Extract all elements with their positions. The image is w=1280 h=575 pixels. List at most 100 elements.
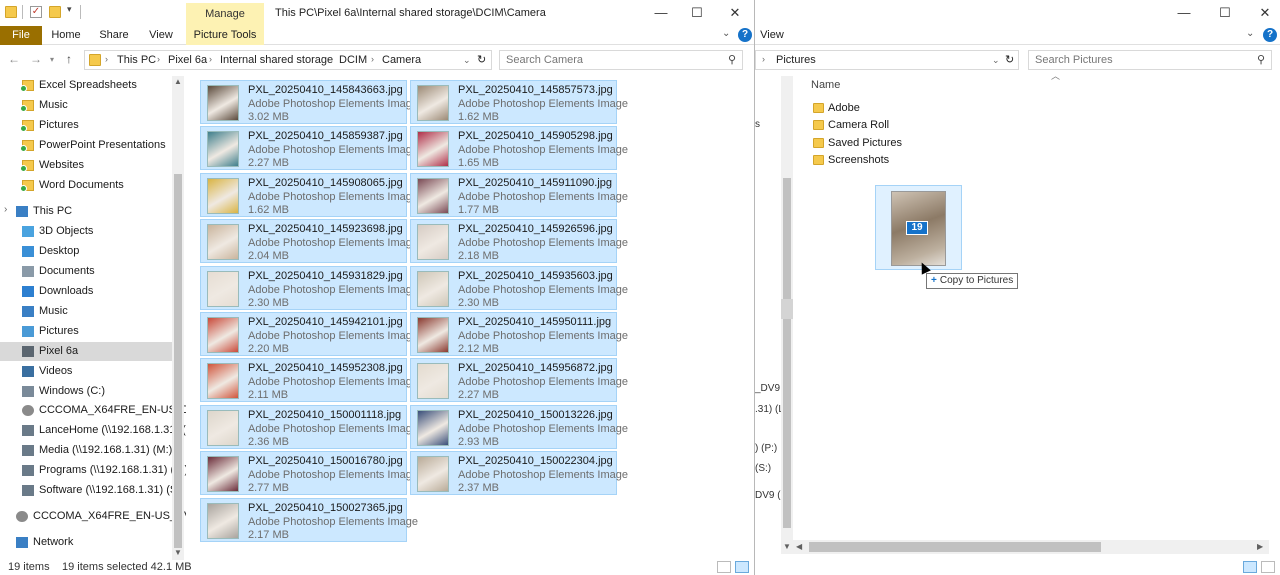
nav-item[interactable]: PowerPoint Presentations bbox=[0, 136, 172, 155]
nav-item-fragment[interactable]: _DV9 bbox=[755, 383, 780, 394]
nav-item-fragment[interactable]: s bbox=[755, 119, 760, 130]
tab-picture-tools[interactable]: Picture Tools bbox=[186, 26, 264, 45]
nav-scrollbar[interactable]: ▲ ▼ bbox=[172, 76, 184, 560]
forward-arrow-icon[interactable]: → bbox=[30, 52, 42, 66]
minimize-button[interactable]: — bbox=[1169, 4, 1199, 22]
tab-file[interactable]: File bbox=[0, 26, 42, 45]
search-pictures-input[interactable] bbox=[1029, 51, 1271, 69]
folder-item[interactable]: Camera Roll bbox=[811, 117, 951, 134]
search-icon[interactable]: ⚲ bbox=[728, 53, 736, 66]
manage-tab[interactable]: Manage bbox=[186, 3, 264, 26]
file-tile[interactable]: PXL_20250410_150027365.jpg Adobe Photosho… bbox=[200, 497, 418, 542]
nav-item[interactable]: Word Documents bbox=[0, 176, 172, 195]
help-icon[interactable]: ? bbox=[738, 28, 752, 42]
file-tile[interactable]: PXL_20250410_145935603.jpg Adobe Photosho… bbox=[410, 265, 628, 310]
nav-item[interactable]: Software (\\192.168.1.31) (S:) bbox=[0, 481, 184, 500]
file-tile[interactable]: PXL_20250410_145926596.jpg Adobe Photosho… bbox=[410, 219, 628, 264]
folder-icon[interactable] bbox=[5, 6, 17, 18]
breadcrumb-dcim[interactable]: DCIM bbox=[339, 54, 367, 66]
nav-item-fragment[interactable]: (S:) bbox=[755, 463, 771, 474]
tab-home[interactable]: Home bbox=[50, 26, 82, 45]
search-icon[interactable]: ⚲ bbox=[1257, 53, 1265, 66]
tab-share[interactable]: Share bbox=[98, 26, 130, 45]
file-tile[interactable]: PXL_20250410_145942101.jpg Adobe Photosho… bbox=[200, 312, 418, 356]
breadcrumb-camera[interactable]: Camera bbox=[382, 54, 421, 66]
file-tile[interactable]: PXL_20250410_145952308.jpg Adobe Photosho… bbox=[200, 358, 418, 403]
tiles-view-button[interactable] bbox=[735, 561, 749, 573]
address-dropdown-icon[interactable]: ⌄ bbox=[992, 55, 1000, 66]
nav-item-fragment[interactable]: .31) (L bbox=[755, 404, 784, 415]
nav-item-fragment[interactable]: ) (P:) bbox=[755, 443, 777, 454]
folder-item[interactable]: Screenshots bbox=[811, 152, 951, 169]
up-arrow-icon[interactable]: ↑ bbox=[66, 52, 72, 66]
nav-item-fragment[interactable]: DV9 ( bbox=[755, 490, 781, 501]
folder-item[interactable]: Saved Pictures bbox=[811, 135, 951, 152]
file-tile[interactable]: PXL_20250410_150016780.jpg Adobe Photosho… bbox=[200, 451, 418, 496]
file-tile[interactable]: PXL_20250410_145857573.jpg Adobe Photosho… bbox=[410, 80, 628, 124]
nav-scroll-thumb[interactable] bbox=[174, 174, 182, 548]
expand-ribbon-icon[interactable]: ⌄ bbox=[1246, 28, 1254, 39]
nav-item[interactable]: Excel Spreadsheets bbox=[0, 76, 172, 95]
nav-item[interactable]: Music bbox=[0, 302, 172, 321]
refresh-icon[interactable]: ↻ bbox=[1005, 53, 1014, 66]
nav-item[interactable]: Downloads bbox=[0, 282, 172, 301]
address-bar[interactable]: › Pictures ⌄ ↻ bbox=[755, 50, 1019, 70]
search-camera[interactable]: ⚲ bbox=[499, 50, 743, 70]
folder-item[interactable]: Adobe bbox=[811, 100, 951, 117]
breadcrumb-internal-storage[interactable]: Internal shared storage bbox=[220, 54, 333, 66]
breadcrumb-pictures[interactable]: Pictures bbox=[776, 54, 816, 66]
recent-locations-icon[interactable]: ▾ bbox=[50, 55, 54, 64]
nav-item[interactable]: CCCOMA_X64FRE_EN-US_DV9 ( bbox=[0, 507, 186, 526]
nav-item[interactable]: Desktop bbox=[0, 242, 172, 261]
file-tile[interactable]: PXL_20250410_145950111.jpg Adobe Photosho… bbox=[410, 312, 628, 356]
nav-item[interactable]: LanceHome (\\192.168.1.31) (L bbox=[0, 421, 186, 440]
address-bar[interactable]: › This PC › Pixel 6a › Internal shared s… bbox=[84, 50, 492, 70]
file-tile[interactable]: PXL_20250410_150013226.jpg Adobe Photosho… bbox=[410, 404, 628, 449]
file-tile[interactable]: PXL_20250410_150001118.jpg Adobe Photosho… bbox=[200, 404, 418, 449]
nav-item[interactable]: Music bbox=[0, 96, 172, 115]
expand-chevron-icon[interactable]: › bbox=[4, 204, 7, 215]
file-tile[interactable]: PXL_20250410_145911090.jpg Adobe Photosho… bbox=[410, 172, 628, 217]
help-icon[interactable]: ? bbox=[1263, 28, 1277, 42]
file-tile[interactable]: PXL_20250410_145923698.jpg Adobe Photosho… bbox=[200, 219, 418, 264]
nav-item[interactable]: Pictures bbox=[0, 116, 172, 135]
breadcrumb-pixel-6a[interactable]: Pixel 6a bbox=[168, 54, 207, 66]
nav-item[interactable]: Videos bbox=[0, 362, 172, 381]
horizontal-scrollbar[interactable]: ◀ ▶ bbox=[793, 540, 1269, 554]
horizontal-scroll-thumb[interactable] bbox=[809, 542, 1101, 552]
nav-item[interactable]: Pixel 6a bbox=[0, 342, 172, 361]
nav-scroll-thumb[interactable] bbox=[783, 178, 791, 528]
scroll-left-arrow-icon[interactable]: ◀ bbox=[796, 542, 802, 551]
maximize-button[interactable]: ☐ bbox=[1210, 4, 1240, 22]
customize-toolbar-icon[interactable]: ▾ bbox=[67, 4, 72, 15]
scroll-up-arrow-icon[interactable]: ▲ bbox=[174, 77, 182, 86]
nav-item[interactable]: This PC bbox=[0, 202, 172, 221]
address-dropdown-icon[interactable]: ⌄ bbox=[463, 55, 471, 66]
file-tile[interactable]: PXL_20250410_145931829.jpg Adobe Photosho… bbox=[200, 265, 418, 310]
close-button[interactable]: ✕ bbox=[720, 4, 750, 22]
file-tile[interactable]: PXL_20250410_150022304.jpg Adobe Photosho… bbox=[410, 451, 628, 496]
nav-item[interactable]: Network bbox=[0, 533, 172, 552]
nav-item[interactable]: Media (\\192.168.1.31) (M:) bbox=[0, 441, 172, 460]
file-tile[interactable]: PXL_20250410_145956872.jpg Adobe Photosho… bbox=[410, 358, 628, 403]
search-camera-input[interactable] bbox=[500, 51, 742, 69]
tab-view[interactable]: View bbox=[757, 26, 787, 45]
file-tile[interactable]: PXL_20250410_145859387.jpg Adobe Photosho… bbox=[200, 126, 418, 171]
properties-check-icon[interactable]: ✓ bbox=[30, 6, 42, 18]
nav-item[interactable]: CCCOMA_X64FRE_EN-US_DV9 bbox=[0, 401, 186, 420]
nav-item[interactable]: Websites bbox=[0, 156, 172, 175]
scroll-down-arrow-icon[interactable]: ▼ bbox=[783, 542, 791, 551]
close-button[interactable]: ✕ bbox=[1250, 4, 1280, 22]
nav-item[interactable]: Programs (\\192.168.1.31) (P:) bbox=[0, 461, 186, 480]
scroll-right-arrow-icon[interactable]: ▶ bbox=[1257, 542, 1263, 551]
scroll-down-arrow-icon[interactable]: ▼ bbox=[174, 548, 182, 557]
breadcrumb-this-pc[interactable]: This PC bbox=[117, 54, 156, 66]
refresh-icon[interactable]: ↻ bbox=[477, 53, 486, 66]
tiles-view-button[interactable] bbox=[1261, 561, 1275, 573]
search-pictures[interactable]: ⚲ bbox=[1028, 50, 1272, 70]
expand-ribbon-icon[interactable]: ⌄ bbox=[722, 28, 730, 39]
nav-item[interactable]: Documents bbox=[0, 262, 172, 281]
details-view-button[interactable] bbox=[717, 561, 731, 573]
file-tile[interactable]: PXL_20250410_145908065.jpg Adobe Photosho… bbox=[200, 172, 418, 217]
file-tile[interactable]: PXL_20250410_145905298.jpg Adobe Photosho… bbox=[410, 126, 628, 171]
